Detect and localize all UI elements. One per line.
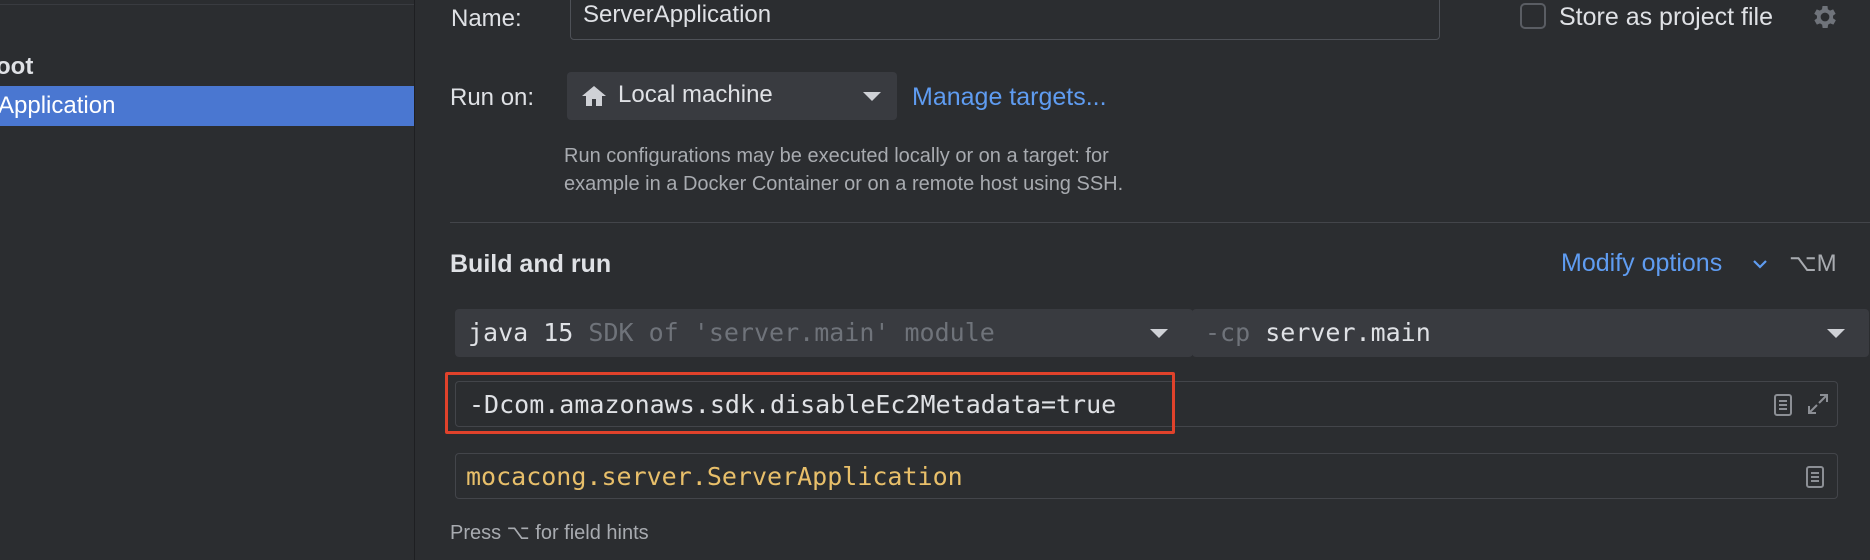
classpath-flag: -cp (1205, 318, 1251, 347)
classpath-text: -cp server.main (1205, 318, 1431, 347)
run-on-hint-line1: Run configurations may be executed local… (564, 145, 1109, 167)
store-as-project-file-label: Store as project file (1559, 3, 1773, 31)
highlight-annotation-box (445, 372, 1175, 434)
modify-options-link[interactable]: Modify options (1561, 249, 1722, 278)
configuration-panel: Name: ServerApplication Store as project… (415, 0, 1870, 560)
modify-options-shortcut: ⌥M (1789, 250, 1837, 277)
gear-icon[interactable] (1810, 2, 1840, 32)
chevron-down-icon (863, 92, 881, 101)
tree-group-item[interactable]: oot (0, 47, 33, 87)
chevron-down-icon[interactable] (1752, 258, 1768, 270)
section-divider (450, 222, 1870, 223)
name-value: ServerApplication (583, 1, 772, 28)
run-on-value: Local machine (618, 81, 773, 108)
classpath-module: server.main (1265, 318, 1431, 347)
name-label: Name: (451, 5, 522, 32)
store-as-project-file-checkbox[interactable] (1520, 3, 1546, 29)
field-hints-text: Press ⌥ for field hints (450, 522, 649, 544)
document-icon[interactable] (1806, 466, 1824, 488)
chevron-down-icon (1827, 329, 1845, 338)
divider (0, 4, 414, 5)
tree-item-selected[interactable]: Application (0, 86, 414, 126)
tree-group-label: oot (0, 53, 34, 80)
jdk-text: java 15 SDK of 'server.main' module (468, 318, 995, 347)
run-on-dropdown[interactable]: Local machine (567, 72, 897, 120)
manage-targets-link[interactable]: Manage targets... (912, 83, 1107, 112)
document-icon[interactable] (1774, 394, 1792, 416)
chevron-down-icon (1150, 329, 1168, 338)
run-on-label: Run on: (450, 84, 535, 111)
main-class-value: mocacong.server.ServerApplication (466, 462, 963, 491)
jdk-description: SDK of 'server.main' module (588, 318, 995, 347)
run-configurations-tree: oot Application (0, 0, 415, 560)
run-on-hint-line2: example in a Docker Container or on a re… (564, 173, 1124, 195)
classpath-dropdown[interactable]: -cp server.main (1192, 309, 1869, 357)
tree-item-label: Application (0, 92, 116, 119)
main-class-field[interactable]: mocacong.server.ServerApplication (455, 453, 1838, 499)
jdk-version: java 15 (468, 318, 574, 347)
jdk-dropdown[interactable]: java 15 SDK of 'server.main' module (455, 309, 1193, 357)
house-icon (582, 86, 606, 106)
expand-icon[interactable] (1806, 392, 1830, 416)
build-and-run-heading: Build and run (450, 250, 612, 278)
name-input[interactable]: ServerApplication (570, 0, 1440, 40)
